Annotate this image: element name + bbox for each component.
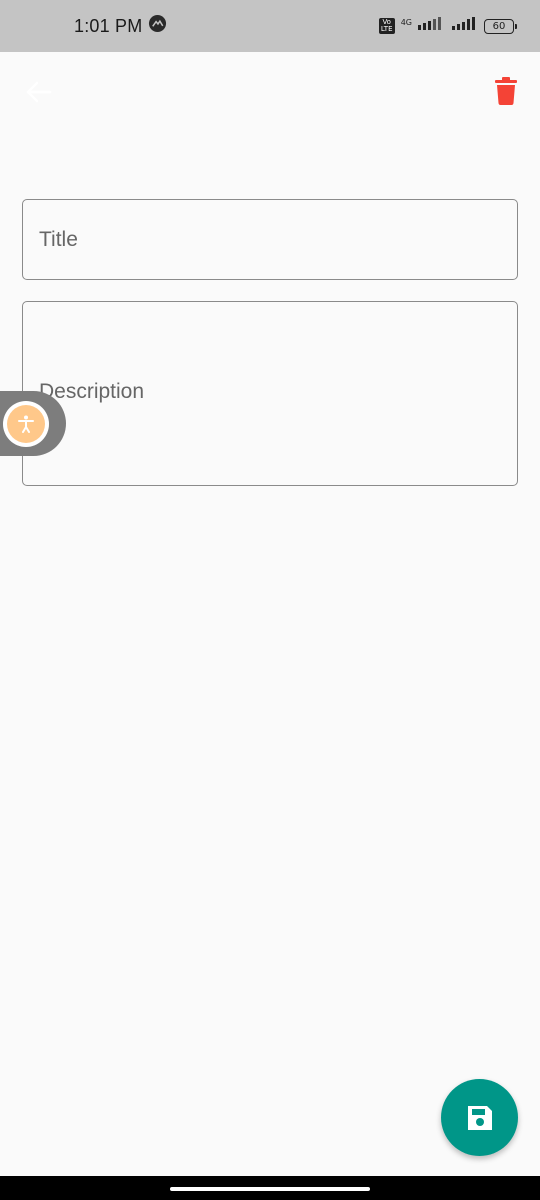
description-field[interactable] bbox=[22, 301, 518, 486]
signal-icon bbox=[452, 16, 478, 37]
status-right: Vo LTE 4G 60 bbox=[378, 16, 517, 37]
accessibility-button[interactable] bbox=[0, 391, 66, 456]
battery-level: 60 bbox=[492, 20, 506, 32]
delete-button[interactable] bbox=[492, 74, 520, 108]
title-input[interactable] bbox=[23, 200, 517, 279]
description-input[interactable] bbox=[23, 302, 517, 485]
status-left: 1:01 PM bbox=[74, 14, 167, 38]
alert-icon bbox=[148, 14, 167, 38]
home-gesture-handle[interactable] bbox=[170, 1187, 370, 1191]
accessibility-button-ring bbox=[3, 400, 49, 447]
status-bar: 1:01 PM Vo LTE 4G 60 bbox=[0, 0, 540, 52]
volte-badge: Vo LTE bbox=[378, 18, 395, 34]
title-field[interactable] bbox=[22, 199, 518, 280]
save-fab[interactable] bbox=[441, 1079, 518, 1156]
trash-icon bbox=[495, 77, 517, 105]
network-type: 4G bbox=[400, 17, 412, 27]
navigation-bar bbox=[0, 1176, 540, 1200]
save-icon bbox=[467, 1105, 492, 1130]
back-button[interactable] bbox=[22, 78, 54, 106]
signal-icon bbox=[418, 16, 446, 37]
status-time: 1:01 PM bbox=[74, 15, 143, 36]
accessibility-button-circle bbox=[7, 404, 45, 443]
app-bar bbox=[0, 52, 540, 132]
battery-icon: 60 bbox=[484, 18, 517, 34]
accessibility-icon bbox=[18, 415, 34, 433]
arrow-left-icon bbox=[26, 81, 52, 103]
